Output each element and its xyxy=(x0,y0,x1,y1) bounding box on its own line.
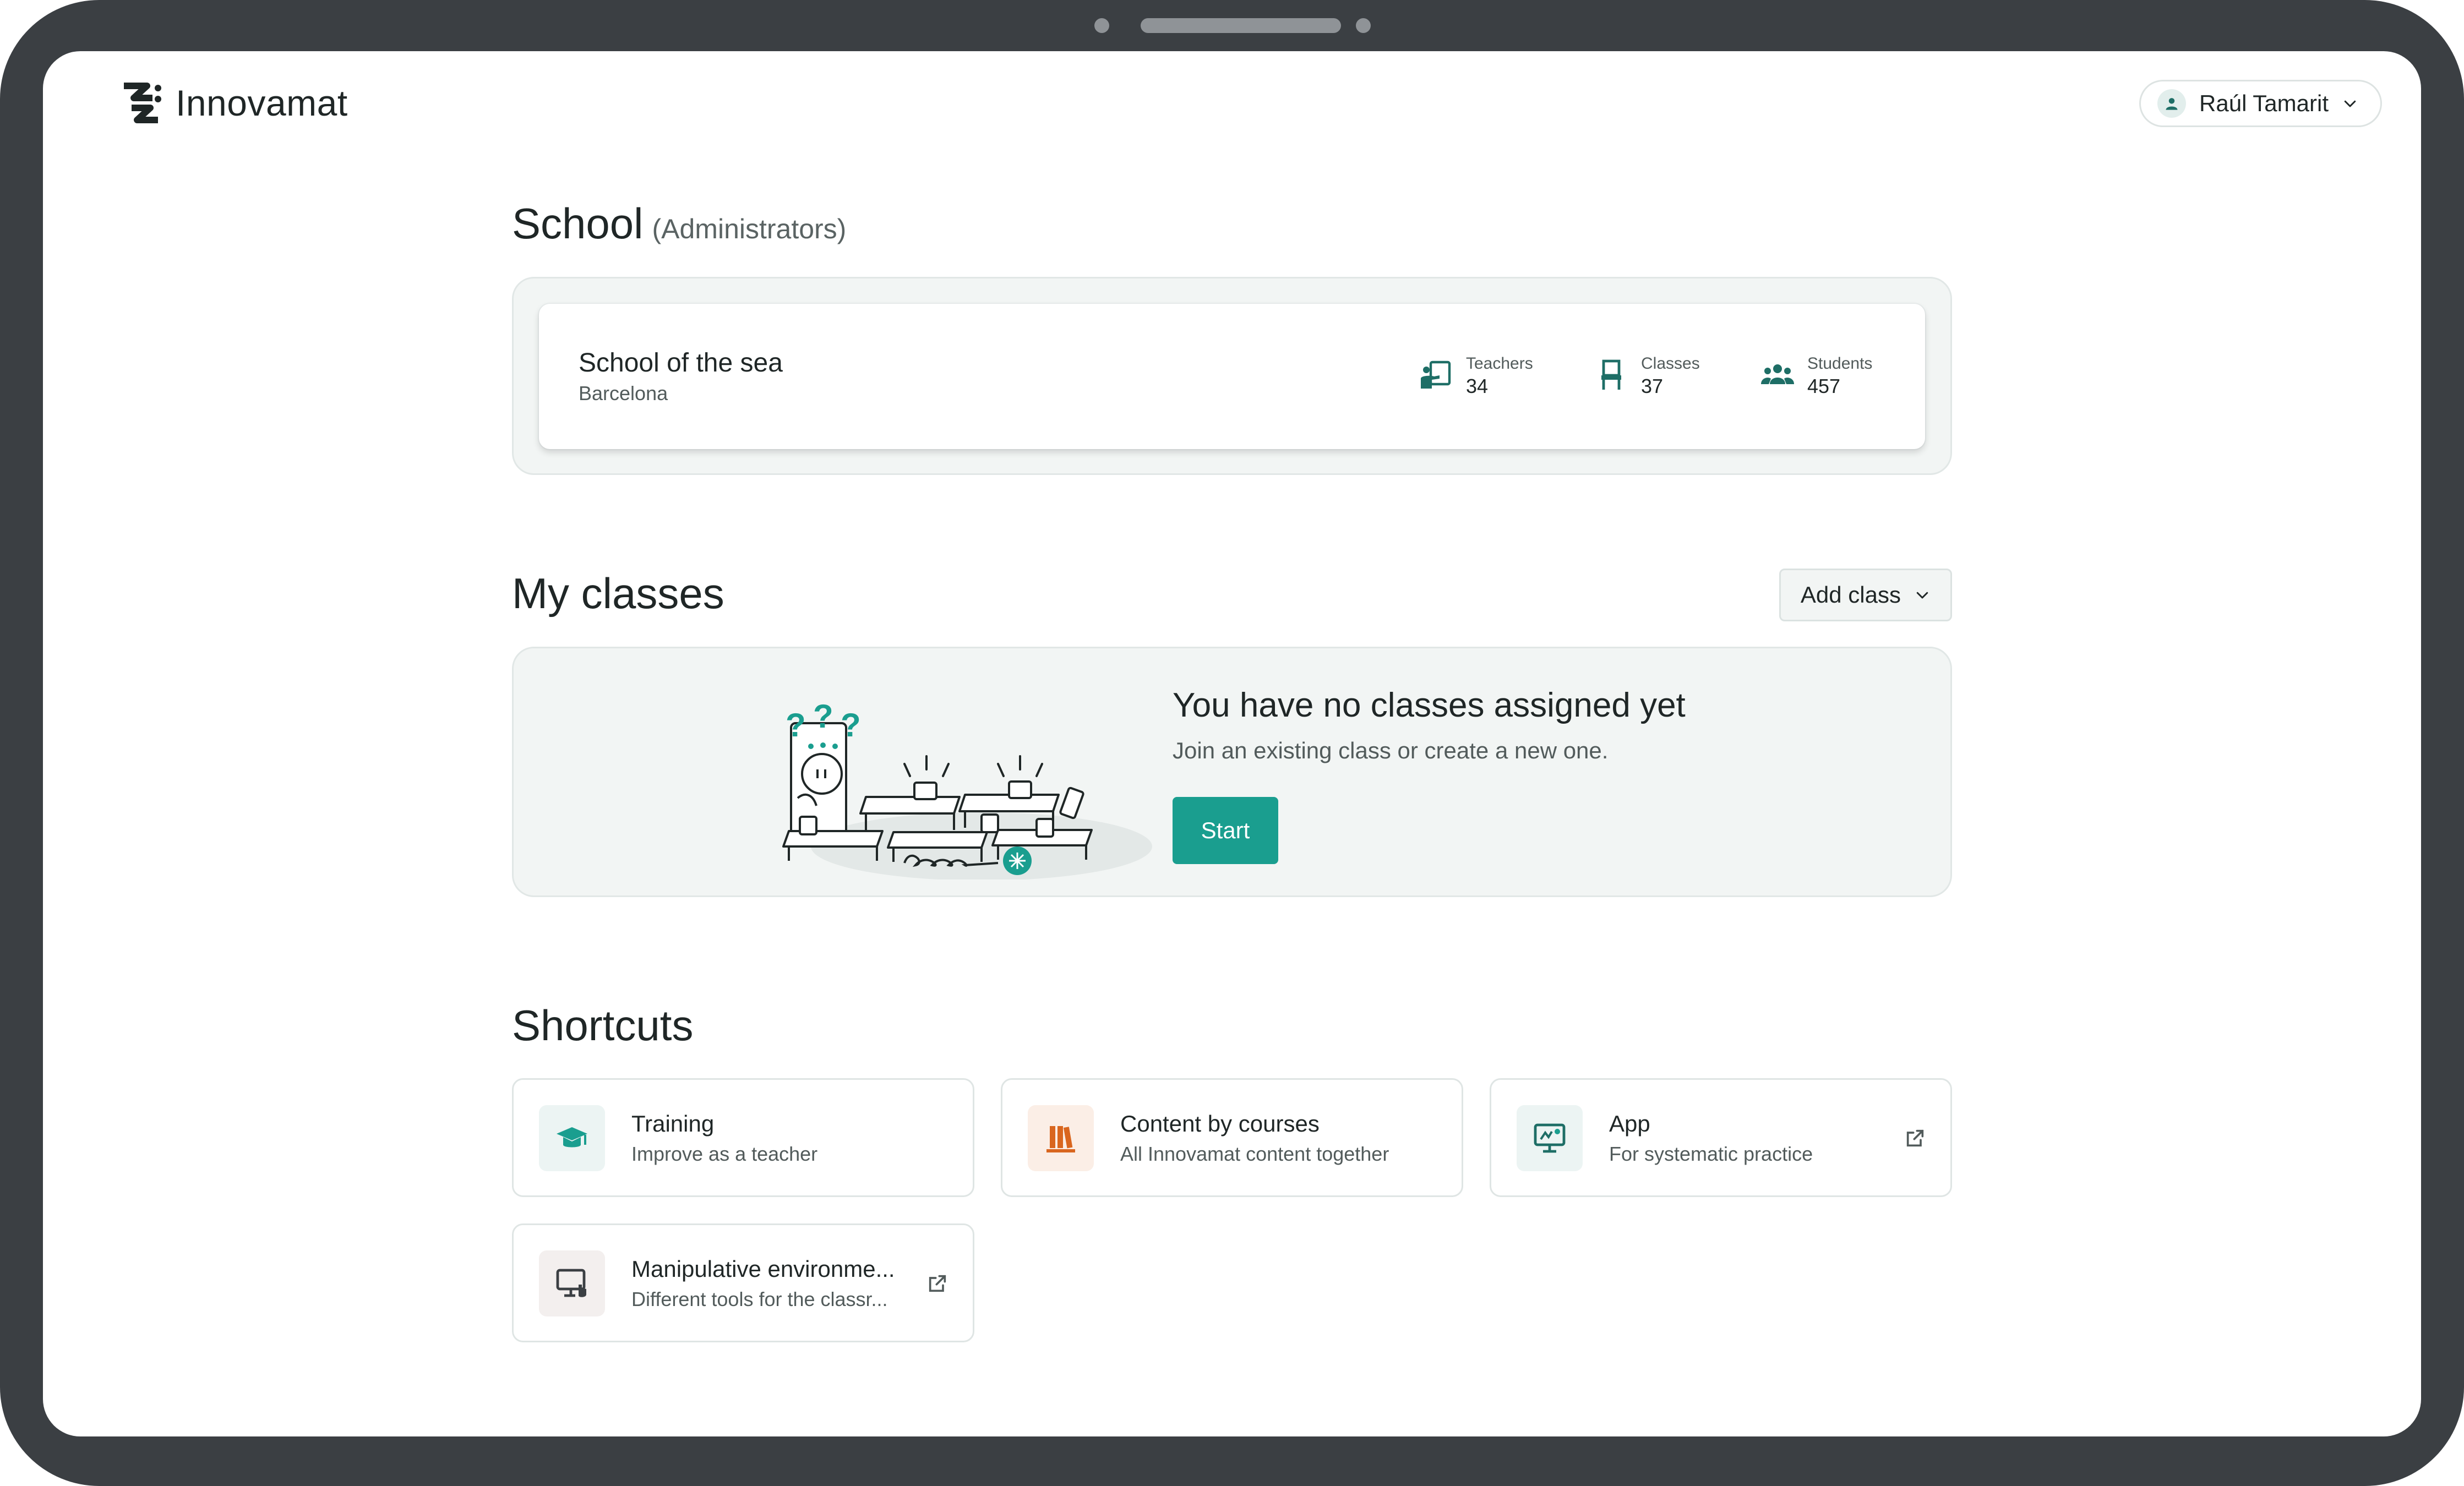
stat-value: 37 xyxy=(1641,375,1664,397)
shortcuts-title: Shortcuts xyxy=(512,1001,694,1050)
shortcut-title: App xyxy=(1609,1111,1650,1137)
school-section-heading: School (Administrators) xyxy=(512,199,846,249)
user-icon xyxy=(2166,98,2178,110)
stat-value: 457 xyxy=(1807,375,1841,397)
add-class-label: Add class xyxy=(1800,582,1901,608)
svg-text:?: ? xyxy=(813,698,833,735)
stat-classes: Classes 37 xyxy=(1594,353,1700,398)
external-link-icon xyxy=(929,1275,946,1292)
school-card[interactable]: School of the sea Barcelona Teachers 34 xyxy=(539,304,1925,449)
shortcut-app[interactable]: App For systematic practice xyxy=(1490,1078,1952,1197)
shortcut-training[interactable]: Training Improve as a teacher xyxy=(512,1078,974,1197)
students-icon xyxy=(1761,364,1794,384)
stat-label: Classes xyxy=(1641,354,1700,373)
empty-state-title: You have no classes assigned yet xyxy=(1173,686,1686,724)
shortcut-title: Manipulative environme... xyxy=(631,1256,895,1282)
sensor-dot xyxy=(1356,18,1371,33)
chevron-down-icon xyxy=(1916,592,1928,599)
shortcut-icon-box xyxy=(539,1105,605,1171)
external-link-icon xyxy=(1906,1129,1924,1147)
start-button[interactable]: Start xyxy=(1173,797,1278,864)
my-classes-title: My classes xyxy=(512,569,724,618)
shortcut-content-by-courses[interactable]: Content by courses All Innovamat content… xyxy=(1001,1078,1463,1197)
add-class-button[interactable]: Add class xyxy=(1779,569,1952,621)
stat-value: 34 xyxy=(1466,375,1489,397)
shortcut-icon-box xyxy=(1028,1105,1094,1171)
chair-icon xyxy=(1601,359,1621,390)
user-menu-button[interactable]: Raúl Tamarit xyxy=(2139,80,2382,127)
svg-text:?: ? xyxy=(841,707,861,744)
books-icon xyxy=(1046,1126,1075,1152)
shortcut-title: Content by courses xyxy=(1120,1111,1320,1137)
shortcut-manipulative-environment[interactable]: Manipulative environme... Different tool… xyxy=(512,1223,974,1342)
camera-dot xyxy=(1094,18,1109,33)
school-city: Barcelona xyxy=(579,382,668,405)
teacher-icon xyxy=(1421,360,1451,389)
empty-classroom-illustration: ? ? ? xyxy=(782,698,1152,879)
empty-state-subtitle: Join an existing class or create a new o… xyxy=(1173,737,1609,763)
chevron-down-icon xyxy=(2344,100,2356,107)
shortcut-subtitle: Different tools for the classr... xyxy=(631,1288,888,1310)
school-name: School of the sea xyxy=(579,348,783,378)
shortcut-subtitle: All Innovamat content together xyxy=(1120,1143,1389,1165)
shortcut-icon-box xyxy=(539,1250,605,1316)
shortcut-icon-box xyxy=(1517,1105,1583,1171)
stat-label: Teachers xyxy=(1466,354,1533,373)
app-screen: Innovamat Raúl Tamarit School (Administra… xyxy=(43,51,2421,1436)
stat-label: Students xyxy=(1807,354,1873,373)
school-section-subtitle: (Administrators) xyxy=(652,214,847,244)
shortcut-subtitle: Improve as a teacher xyxy=(631,1143,818,1165)
monitor-touch-icon xyxy=(556,1269,586,1297)
brand-name: Innovamat xyxy=(176,83,348,123)
svg-text:?: ? xyxy=(786,707,806,744)
shortcut-title: Training xyxy=(631,1111,715,1137)
shortcut-subtitle: For systematic practice xyxy=(1609,1143,1813,1165)
brand-logo[interactable]: Innovamat xyxy=(122,81,348,124)
empty-classes-panel: ? ? ? You have no classes assigned yet J… xyxy=(512,647,1952,897)
stat-students: Students 457 xyxy=(1760,353,1872,398)
school-section-title: School xyxy=(512,199,644,248)
graduation-cap-icon xyxy=(557,1127,587,1148)
avatar xyxy=(2157,89,2187,118)
device-frame: Innovamat Raúl Tamarit School (Administra… xyxy=(0,0,2464,1486)
stat-teachers: Teachers 34 xyxy=(1419,353,1533,398)
user-name: Raúl Tamarit xyxy=(2199,90,2329,116)
speaker-bar xyxy=(1141,18,1341,33)
innovamat-logo-icon xyxy=(124,83,161,123)
monitor-app-icon xyxy=(1534,1123,1566,1153)
school-panel: School of the sea Barcelona Teachers 34 xyxy=(512,277,1952,475)
